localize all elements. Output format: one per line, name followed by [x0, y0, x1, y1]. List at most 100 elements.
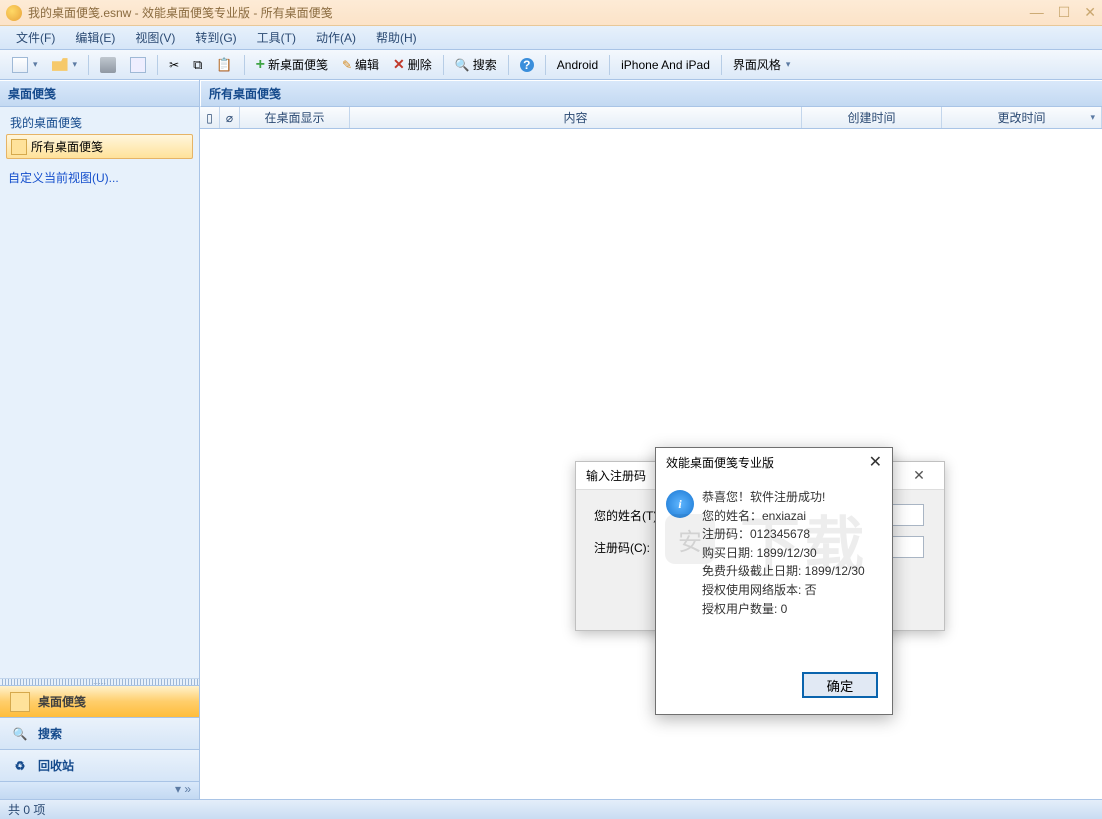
cut-button[interactable]: ✂: [163, 55, 185, 75]
msg-line: 授权使用网络版本: 否: [702, 581, 865, 600]
minimize-button[interactable]: —: [1030, 4, 1044, 21]
tree-label: 所有桌面便笺: [31, 138, 103, 155]
new-note-button[interactable]: +新桌面便笺: [250, 53, 334, 77]
paste-button[interactable]: 📋: [210, 54, 238, 76]
toolbar: ✂ ⧉ 📋 +新桌面便笺 ✎编辑 ✕删除 🔍搜索 ? Android iPhon…: [0, 50, 1102, 80]
tree-label: 我的桌面便笺: [10, 114, 82, 131]
new-file-button[interactable]: [6, 54, 44, 76]
notes-icon: [10, 692, 30, 712]
cut-icon: ✂: [169, 58, 179, 72]
sidebar-item-all-notes[interactable]: 所有桌面便笺: [6, 134, 193, 159]
ok-button[interactable]: 确定: [802, 672, 878, 698]
doc-icon: ▯: [206, 111, 213, 125]
preview-button[interactable]: [124, 54, 152, 76]
print-button[interactable]: [94, 54, 122, 76]
menu-help[interactable]: 帮助(H): [368, 27, 425, 48]
separator: [88, 55, 89, 75]
nav-label: 搜索: [38, 725, 62, 742]
menu-goto[interactable]: 转到(G): [187, 27, 244, 48]
nav-label: 回收站: [38, 757, 74, 774]
dialog-back-close[interactable]: ✕: [904, 467, 934, 484]
open-file-button[interactable]: [46, 54, 84, 76]
window-title: 我的桌面便笺.esnw - 效能桌面便笺专业版 - 所有桌面便笺: [28, 4, 1030, 21]
resize-grip[interactable]: ·····: [0, 678, 199, 685]
msg-line: 您的姓名：enxiazai: [702, 507, 865, 526]
separator: [609, 55, 610, 75]
customize-view-link[interactable]: 自定义当前视图(U)...: [0, 163, 199, 192]
col-show[interactable]: 在桌面显示: [240, 107, 350, 128]
nav-recycle[interactable]: ♻ 回收站: [0, 749, 199, 781]
iphone-button[interactable]: iPhone And iPad: [615, 55, 716, 75]
name-label: 您的姓名(T):: [594, 507, 664, 524]
style-label: 界面风格: [733, 56, 781, 73]
separator: [244, 55, 245, 75]
menubar: 文件(F) 编辑(E) 视图(V) 转到(G) 工具(T) 动作(A) 帮助(H…: [0, 26, 1102, 50]
status-text: 共 0 项: [8, 801, 45, 818]
dialog-front-close[interactable]: ✕: [869, 452, 882, 472]
app-icon: [6, 5, 22, 21]
edit-button[interactable]: ✎编辑: [336, 53, 385, 76]
separator: [545, 55, 546, 75]
new-file-icon: [12, 57, 28, 73]
help-button[interactable]: ?: [514, 55, 540, 75]
dialog-front-title: 效能桌面便笺专业版: [666, 454, 774, 471]
content-area: 桌面便笺 我的桌面便笺 所有桌面便笺 自定义当前视图(U)... ····· 桌…: [0, 80, 1102, 799]
main-panel: 所有桌面便笺 ▯ ⌀ 在桌面显示 内容 创建时间 更改时间 输入注册码 ✕ 您的…: [200, 80, 1102, 799]
window-controls: — ☐ ✕: [1030, 4, 1096, 21]
style-button[interactable]: 界面风格: [727, 53, 797, 76]
close-button[interactable]: ✕: [1084, 4, 1096, 21]
col-icon2[interactable]: ⌀: [220, 107, 240, 128]
grid-body: 输入注册码 ✕ 您的姓名(T): 注册码(C): 安 下载 效能桌面便笺专业版 …: [200, 129, 1102, 799]
delete-icon: ✕: [393, 56, 405, 73]
msg-line: 注册码：012345678: [702, 525, 865, 544]
menu-view[interactable]: 视图(V): [127, 27, 183, 48]
msg-line: 购买日期: 1899/12/30: [702, 544, 865, 563]
menu-edit[interactable]: 编辑(E): [67, 27, 123, 48]
statusbar: 共 0 项: [0, 799, 1102, 819]
recycle-icon: ♻: [10, 756, 30, 776]
copy-button[interactable]: ⧉: [187, 54, 208, 76]
info-icon: i: [666, 490, 694, 518]
dialog-front-body: i 恭喜您！软件注册成功! 您的姓名：enxiazai 注册码：01234567…: [656, 476, 892, 662]
maximize-button[interactable]: ☐: [1058, 4, 1071, 21]
search-icon: 🔍: [455, 58, 470, 72]
menu-file[interactable]: 文件(F): [8, 27, 63, 48]
col-icon1[interactable]: ▯: [200, 107, 220, 128]
titlebar: 我的桌面便笺.esnw - 效能桌面便笺专业版 - 所有桌面便笺 — ☐ ✕: [0, 0, 1102, 26]
delete-label: 删除: [408, 56, 432, 73]
plus-icon: +: [256, 56, 265, 74]
grid-header: ▯ ⌀ 在桌面显示 内容 创建时间 更改时间: [200, 107, 1102, 129]
col-created[interactable]: 创建时间: [802, 107, 942, 128]
edit-label: 编辑: [355, 56, 379, 73]
msg-line: 恭喜您！软件注册成功!: [702, 488, 865, 507]
dialog-success: 效能桌面便笺专业版 ✕ i 恭喜您！软件注册成功! 您的姓名：enxiazai …: [655, 447, 893, 715]
main-header: 所有桌面便笺: [200, 80, 1102, 107]
delete-button[interactable]: ✕删除: [387, 53, 438, 76]
search-button[interactable]: 🔍搜索: [449, 53, 503, 76]
separator: [508, 55, 509, 75]
menu-tools[interactable]: 工具(T): [249, 27, 304, 48]
col-modified[interactable]: 更改时间: [942, 107, 1102, 128]
pencil-icon: ✎: [342, 58, 352, 72]
nav-label: 桌面便笺: [38, 693, 86, 710]
search-label: 搜索: [473, 56, 497, 73]
sidebar-tree: 我的桌面便笺 所有桌面便笺: [0, 107, 199, 163]
paste-icon: 📋: [216, 57, 232, 73]
android-button[interactable]: Android: [551, 55, 604, 75]
dialog-front-titlebar[interactable]: 效能桌面便笺专业版 ✕: [656, 448, 892, 476]
nav-expand[interactable]: ▾ »: [0, 781, 199, 799]
dialog-back-title: 输入注册码: [586, 467, 646, 484]
msg-line: 授权用户数量: 0: [702, 600, 865, 619]
separator: [443, 55, 444, 75]
menu-action[interactable]: 动作(A): [308, 27, 364, 48]
sidebar-item-my-notes[interactable]: 我的桌面便笺: [6, 111, 193, 134]
nav-notes[interactable]: 桌面便笺: [0, 685, 199, 717]
msg-line: 免费升级截止日期: 1899/12/30: [702, 562, 865, 581]
new-note-label: 新桌面便笺: [268, 56, 328, 73]
code-label: 注册码(C):: [594, 539, 664, 556]
col-content[interactable]: 内容: [350, 107, 802, 128]
open-folder-icon: [52, 57, 68, 73]
nav-search[interactable]: 🔍搜索: [0, 717, 199, 749]
note-icon: [11, 139, 27, 155]
sidebar-header: 桌面便笺: [0, 80, 199, 107]
